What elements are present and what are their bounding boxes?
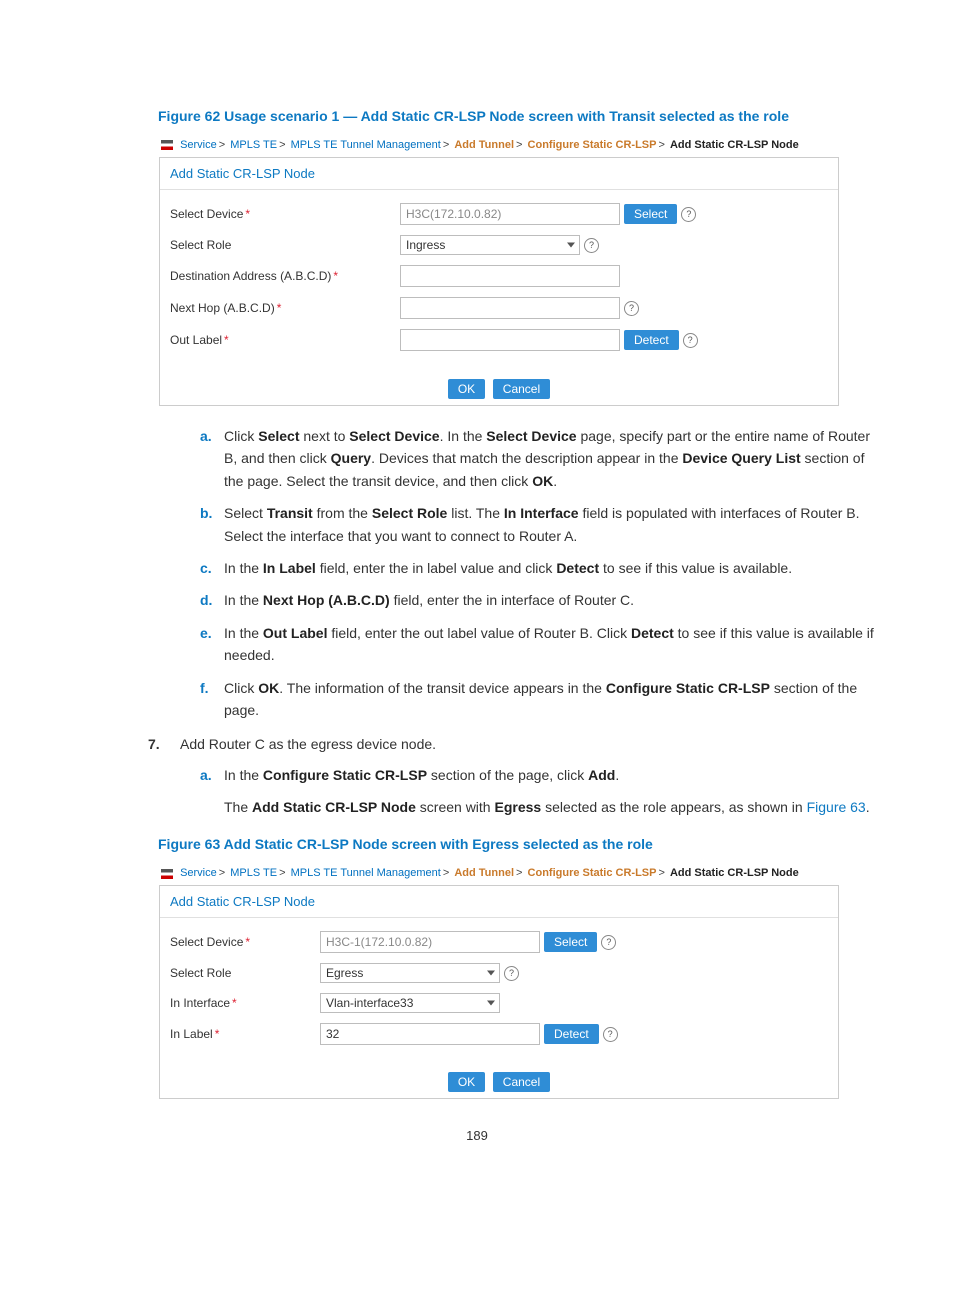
list-item: a. Click Select next to Select Device. I…: [200, 425, 874, 492]
figure-63-screenshot: Service> MPLS TE> MPLS TE Tunnel Managem…: [158, 862, 840, 1100]
label-select-device: Select Device*: [170, 935, 320, 949]
list-item: a. In the Configure Static CR-LSP sectio…: [200, 764, 874, 786]
bc-service[interactable]: Service: [180, 867, 217, 879]
select-device-input[interactable]: H3C-1(172.10.0.82): [320, 931, 540, 953]
bc-service[interactable]: Service: [180, 139, 217, 151]
chevron-down-icon: [567, 243, 575, 248]
bc-tunnel-mgmt[interactable]: MPLS TE Tunnel Management: [291, 867, 441, 879]
bc-add-tunnel[interactable]: Add Tunnel: [454, 867, 514, 879]
ok-button[interactable]: OK: [448, 1072, 485, 1092]
help-icon[interactable]: ?: [683, 333, 698, 348]
select-device-input[interactable]: H3C(172.10.0.82): [400, 203, 620, 225]
label-select-device: Select Device*: [170, 207, 400, 221]
select-button[interactable]: Select: [624, 204, 677, 224]
marker-c: c.: [200, 557, 224, 579]
help-icon[interactable]: ?: [603, 1027, 618, 1042]
detect-button[interactable]: Detect: [544, 1024, 599, 1044]
cancel-button[interactable]: Cancel: [493, 1072, 550, 1092]
marker-d: d.: [200, 589, 224, 611]
bc-config-static[interactable]: Configure Static CR-LSP: [528, 139, 657, 151]
detect-button[interactable]: Detect: [624, 330, 679, 350]
bc-mpls-te[interactable]: MPLS TE: [230, 867, 277, 879]
cancel-button[interactable]: Cancel: [493, 379, 550, 399]
step-7: 7. Add Router C as the egress device nod…: [148, 733, 874, 755]
help-icon[interactable]: ?: [504, 966, 519, 981]
label-out-label: Out Label*: [170, 333, 400, 347]
substep-list: a. Click Select next to Select Device. I…: [200, 425, 874, 721]
chevron-down-icon: [487, 971, 495, 976]
select-role-dropdown[interactable]: Ingress: [400, 235, 580, 255]
chevron-down-icon: [487, 1001, 495, 1006]
breadcrumb: Service> MPLS TE> MPLS TE Tunnel Managem…: [159, 863, 839, 885]
list-item: c. In the In Label field, enter the in l…: [200, 557, 874, 579]
marker-7: 7.: [148, 733, 180, 755]
label-select-role: Select Role: [170, 238, 400, 252]
label-next-hop: Next Hop (A.B.C.D)*: [170, 301, 400, 315]
button-row: OK Cancel: [160, 1064, 838, 1098]
marker-b: b.: [200, 502, 224, 547]
figure-62-caption: Figure 62 Usage scenario 1 — Add Static …: [158, 108, 874, 124]
label-select-role: Select Role: [170, 966, 320, 980]
label-in-interface: In Interface*: [170, 996, 320, 1010]
help-icon[interactable]: ?: [584, 238, 599, 253]
bc-mpls-te[interactable]: MPLS TE: [230, 139, 277, 151]
figure-63-caption: Figure 63 Add Static CR-LSP Node screen …: [158, 836, 874, 852]
help-icon[interactable]: ?: [624, 301, 639, 316]
panel-title: Add Static CR-LSP Node: [160, 886, 838, 918]
logo-icon: [161, 869, 173, 879]
select-button[interactable]: Select: [544, 932, 597, 952]
logo-icon: [161, 140, 173, 150]
help-icon[interactable]: ?: [681, 207, 696, 222]
step-7a-followup: The Add Static CR-LSP Node screen with E…: [224, 796, 874, 818]
list-item: f. Click OK. The information of the tran…: [200, 677, 874, 722]
panel-add-node: Add Static CR-LSP Node Select Device* H3…: [159, 885, 839, 1099]
ok-button[interactable]: OK: [448, 379, 485, 399]
help-icon[interactable]: ?: [601, 935, 616, 950]
marker-f: f.: [200, 677, 224, 722]
select-role-dropdown[interactable]: Egress: [320, 963, 500, 983]
substep-list-7: a. In the Configure Static CR-LSP sectio…: [200, 764, 874, 786]
bc-config-static[interactable]: Configure Static CR-LSP: [528, 867, 657, 879]
dest-addr-input[interactable]: [400, 265, 620, 287]
marker-a: a.: [200, 425, 224, 492]
out-label-input[interactable]: [400, 329, 620, 351]
bc-add-node: Add Static CR-LSP Node: [670, 867, 799, 879]
panel-add-node: Add Static CR-LSP Node Select Device* H3…: [159, 157, 839, 406]
in-label-input[interactable]: 32: [320, 1023, 540, 1045]
bc-tunnel-mgmt[interactable]: MPLS TE Tunnel Management: [291, 139, 441, 151]
bc-add-tunnel[interactable]: Add Tunnel: [454, 139, 514, 151]
list-item: e. In the Out Label field, enter the out…: [200, 622, 874, 667]
marker-e: e.: [200, 622, 224, 667]
label-dest-addr: Destination Address (A.B.C.D)*: [170, 269, 400, 283]
list-item: d. In the Next Hop (A.B.C.D) field, ente…: [200, 589, 874, 611]
marker-a: a.: [200, 764, 224, 786]
in-interface-dropdown[interactable]: Vlan-interface33: [320, 993, 500, 1013]
breadcrumb: Service> MPLS TE> MPLS TE Tunnel Managem…: [159, 135, 839, 157]
panel-title: Add Static CR-LSP Node: [160, 158, 838, 190]
next-hop-input[interactable]: [400, 297, 620, 319]
label-in-label: In Label*: [170, 1027, 320, 1041]
list-item: b. Select Transit from the Select Role l…: [200, 502, 874, 547]
button-row: OK Cancel: [160, 370, 838, 405]
figure-62-screenshot: Service> MPLS TE> MPLS TE Tunnel Managem…: [158, 134, 840, 407]
bc-add-node: Add Static CR-LSP Node: [670, 139, 799, 151]
page-number: 189: [80, 1128, 874, 1143]
figure-63-link[interactable]: Figure 63: [807, 799, 866, 815]
